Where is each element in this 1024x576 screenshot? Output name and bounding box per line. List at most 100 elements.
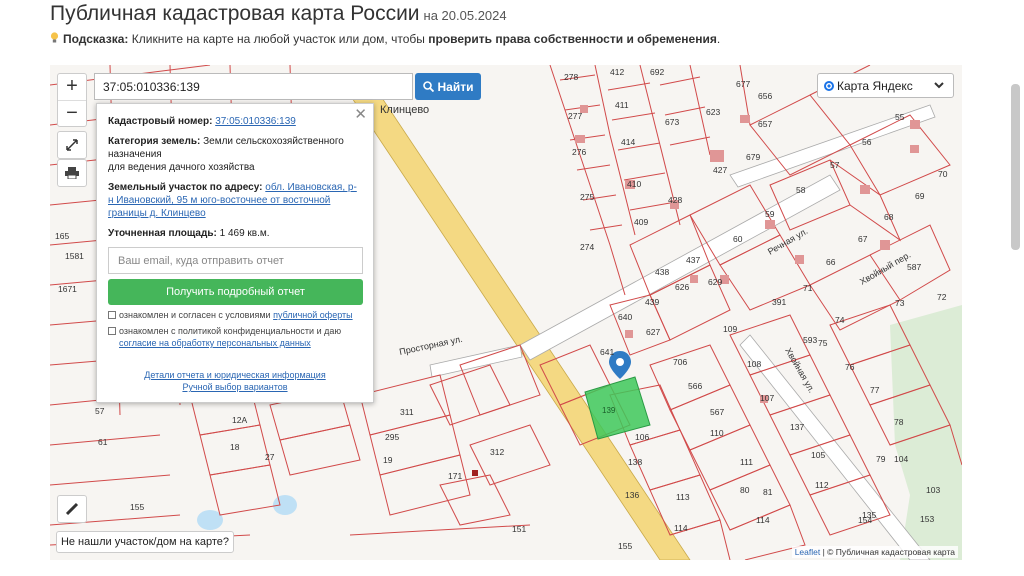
printer-icon (65, 167, 79, 179)
parcel-label: 109 (723, 324, 737, 334)
parcel-label: 411 (615, 100, 629, 110)
parcel-label: 692 (650, 67, 664, 77)
parcel-label: 113 (676, 492, 690, 502)
page-title: Публичная кадастровая карта России на 20.… (50, 2, 507, 25)
parcel-label: 410 (627, 179, 641, 189)
parcel-label: 623 (706, 107, 720, 117)
street-label: Просторная ул. (398, 334, 463, 357)
parcel-label: 55 (895, 112, 905, 122)
parcel-label: 409 (634, 217, 648, 227)
parcel-label: 414 (621, 137, 635, 147)
buildings (472, 105, 920, 476)
parcel-label: 673 (665, 117, 679, 127)
parcel-label: 111 (740, 457, 753, 467)
privacy-link[interactable]: согласие на обработку персональных данны… (119, 338, 311, 348)
parcel-label: 70 (938, 169, 948, 179)
parcel-label: 626 (675, 282, 689, 292)
parcel-label: 151 (512, 524, 526, 534)
leaflet-link[interactable]: Leaflet (795, 547, 821, 557)
address-label: Земельный участок по адресу: (108, 182, 263, 193)
parcel-label: 79 (876, 454, 886, 464)
parcel-label: 437 (686, 255, 700, 265)
map-layer-select[interactable]: Карта Яндекс (817, 73, 954, 98)
cadastral-search-input[interactable]: 37:05:010336:139 (94, 73, 413, 100)
parcel-label: 412 (610, 67, 624, 77)
zoom-out-button[interactable]: − (58, 100, 86, 126)
parcel-label: 104 (894, 454, 908, 464)
parcel-label: 567 (710, 407, 724, 417)
parcel-label: 58 (796, 185, 806, 195)
parcel-label: 593 (803, 335, 817, 345)
parcel-label: 275 (580, 192, 594, 202)
parcel-label: 110 (710, 428, 724, 438)
cad-number-label: Кадастровый номер: (108, 116, 213, 127)
page-scrollbar[interactable] (1011, 84, 1020, 250)
privacy-consent-text: ознакомлен с политикой конфиденциальност… (119, 326, 342, 336)
fullscreen-button[interactable] (57, 131, 87, 159)
parcel-label: 74 (835, 315, 845, 325)
offer-consent[interactable]: ознакомлен и согласен с условиями публич… (108, 309, 362, 321)
popup-links: Детали отчета и юридическая информация Р… (108, 369, 362, 393)
search-icon (422, 81, 434, 92)
parcel-label: 56 (862, 137, 872, 147)
map-attribution: Leaflet | © Публичная кадастровая карта (791, 546, 958, 558)
category-value-2: для ведения дачного хозяйства (108, 162, 255, 173)
parcel-label: 311 (400, 407, 414, 417)
parcel-label: 155 (618, 541, 632, 551)
parcel-label: 78 (894, 417, 904, 427)
close-icon[interactable]: ✕ (354, 107, 367, 122)
cad-number-link[interactable]: 37:05:010336:139 (215, 116, 296, 127)
details-link[interactable]: Детали отчета и юридическая информация (144, 370, 325, 380)
parcel-label: 312 (490, 447, 504, 457)
parcel-label: 60 (733, 234, 743, 244)
parcel-label: 77 (870, 385, 880, 395)
parcel-label: 657 (758, 119, 772, 129)
manual-select-link[interactable]: Ручной выбор вариантов (182, 382, 287, 392)
email-input[interactable]: Ваш email, куда отправить отчет (108, 247, 363, 274)
privacy-consent[interactable]: ознакомлен с политикой конфиденциальност… (108, 325, 362, 349)
parcel-label: 114 (756, 515, 770, 525)
parcel-label: 276 (572, 147, 586, 157)
parcel-label: 137 (790, 422, 804, 432)
parcel-label: 153 (920, 514, 934, 524)
parcel-label: 566 (688, 381, 702, 391)
parcel-info-popup: ✕ Кадастровый номер: 37:05:010336:139 Ка… (96, 103, 374, 403)
radio-icon (824, 80, 834, 91)
offer-link[interactable]: публичной оферты (273, 310, 353, 320)
parcel-label: 18 (230, 442, 240, 452)
zoom-in-button[interactable]: + (58, 74, 86, 100)
cad-number-row: Кадастровый номер: 37:05:010336:139 (108, 115, 362, 128)
date-label: на 20.05.2024 (423, 8, 507, 23)
parcel-label: 427 (713, 165, 727, 175)
checkbox[interactable] (108, 311, 116, 319)
area-row: Уточненная площадь: 1 469 кв.м. (108, 227, 362, 240)
ruler-icon (65, 502, 79, 516)
parcel-label: 12A (232, 415, 247, 425)
not-found-button[interactable]: Не нашли участок/дом на карте? (56, 531, 234, 553)
hint-end: . (716, 32, 721, 46)
category-label: Категория земель: (108, 136, 201, 147)
offer-consent-text: ознакомлен и согласен с условиями (119, 310, 271, 320)
street-label: Хвойный пер. (858, 250, 912, 287)
parcel-label: 627 (646, 327, 660, 337)
parcel-label: 278 (564, 72, 578, 82)
parcel-label: 391 (772, 297, 786, 307)
parcel-label: 640 (618, 312, 632, 322)
lightbulb-icon (50, 32, 59, 43)
parcel-label: 72 (937, 292, 947, 302)
street-label: Речная ул. (766, 226, 809, 257)
print-button[interactable] (57, 159, 87, 187)
cadastral-map[interactable]: 278 412 692 277 411 623 677 656 276 414 … (50, 65, 962, 560)
hint-bold: проверить права собственности и обремене… (428, 32, 717, 46)
parcel-label: 706 (673, 357, 687, 367)
parcel-label: 277 (568, 111, 582, 121)
get-report-button[interactable]: Получить подробный отчет (108, 279, 363, 305)
ruler-button[interactable] (57, 495, 87, 523)
search-button[interactable]: Найти (415, 73, 481, 100)
parcel-label: 108 (747, 359, 761, 369)
chevron-down-icon (934, 82, 944, 89)
hint-text: Кликните на карте на любой участок или д… (131, 32, 425, 46)
parcel-label: 428 (668, 195, 682, 205)
parcel-label: 106 (635, 432, 649, 442)
checkbox[interactable] (108, 327, 116, 335)
